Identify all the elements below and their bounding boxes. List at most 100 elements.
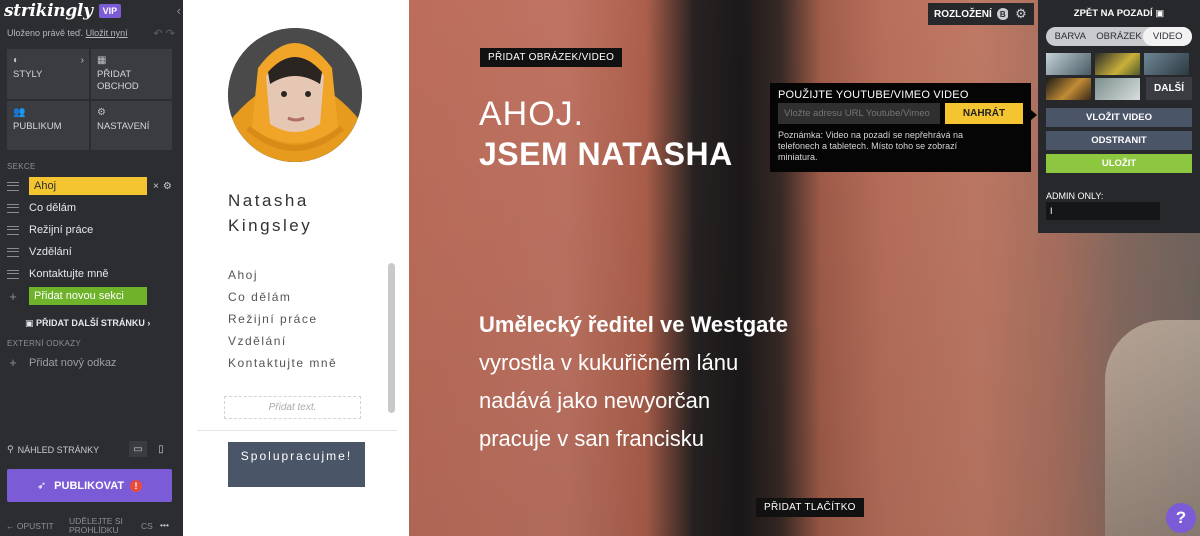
drag-handle-icon[interactable] bbox=[7, 269, 19, 279]
collapse-sidebar-icon[interactable]: ‹ bbox=[177, 3, 181, 18]
gear-icon[interactable]: ⚙ bbox=[163, 181, 172, 192]
mobile-icon[interactable]: ▯ bbox=[152, 441, 170, 457]
image-icon: ▣ bbox=[1155, 8, 1165, 19]
gear-icon: ⚙ bbox=[97, 107, 106, 118]
audience-label: PUBLIKUM bbox=[13, 121, 62, 132]
sections-label: SEKCE bbox=[7, 162, 36, 171]
search-icon: ⚲ bbox=[7, 444, 14, 454]
exit-button[interactable]: ← OPUSTIT bbox=[6, 521, 54, 531]
styles-tile[interactable]: ◐ STYLY › bbox=[7, 49, 89, 99]
vip-badge: VIP bbox=[98, 4, 122, 18]
upload-button[interactable]: NAHRÁT bbox=[945, 103, 1023, 124]
styles-label: STYLY bbox=[13, 69, 43, 80]
add-button-button[interactable]: PŘIDAT TLAČÍTKO bbox=[756, 498, 864, 517]
profile-photo bbox=[228, 28, 362, 162]
site-nav-link[interactable]: Vzdělání bbox=[228, 332, 337, 354]
more-options-icon[interactable]: ••• bbox=[160, 520, 169, 530]
add-section-row[interactable]: + Přidat novou sekci bbox=[7, 286, 177, 306]
admin-only-input[interactable]: I bbox=[1046, 202, 1160, 220]
section-item-rezijni-prace[interactable]: Režijní práce bbox=[7, 220, 177, 240]
plus-icon: + bbox=[9, 355, 17, 370]
more-videos-button[interactable]: DALŠÍ bbox=[1146, 77, 1192, 100]
close-icon[interactable]: × bbox=[153, 181, 159, 192]
add-link-button[interactable]: + Přidat nový odkaz bbox=[7, 355, 116, 370]
tour-link[interactable]: UDĚLEJTE SI PROHLÍDKU bbox=[69, 517, 129, 535]
strikingly-logo[interactable]: strikingly bbox=[4, 1, 93, 21]
store-icon: ▦ bbox=[97, 55, 107, 66]
site-nav-link[interactable]: Režijní práce bbox=[228, 310, 337, 332]
video-thumbnail[interactable] bbox=[1046, 78, 1091, 100]
section-item-ahoj[interactable]: Ahoj × ⚙ bbox=[7, 176, 177, 196]
add-text-placeholder[interactable]: Přidat text. bbox=[224, 396, 361, 419]
tab-color[interactable]: BARVA bbox=[1046, 27, 1095, 46]
tab-video[interactable]: VIDEO bbox=[1143, 27, 1193, 46]
section-label[interactable]: Vzdělání bbox=[29, 246, 72, 258]
drag-handle-icon[interactable] bbox=[7, 203, 19, 213]
undo-redo-icons[interactable]: ↶ ↷ bbox=[154, 27, 176, 40]
site-owner-name[interactable]: Natasha Kingsley bbox=[228, 188, 312, 238]
drag-handle-icon[interactable] bbox=[7, 247, 19, 257]
people-icon: 👥 bbox=[13, 107, 26, 118]
section-label[interactable]: Co dělám bbox=[29, 202, 76, 214]
back-to-background-button[interactable]: ZPĚT NA POZADÍ ▣ bbox=[1038, 8, 1200, 19]
video-url-input[interactable] bbox=[778, 103, 940, 124]
publish-button[interactable]: ➶ PUBLIKOVAT ! bbox=[7, 469, 172, 502]
warning-icon: ! bbox=[130, 479, 143, 492]
tab-image[interactable]: OBRÁZEK bbox=[1095, 27, 1144, 46]
editor-footer: ← OPUSTIT UDĚLEJTE SI PROHLÍDKU CS ••• bbox=[0, 515, 183, 536]
section-item-kontaktujte[interactable]: Kontaktujte mně bbox=[7, 264, 177, 284]
video-thumbnail[interactable] bbox=[1095, 78, 1140, 100]
help-button[interactable]: ? bbox=[1166, 503, 1196, 533]
insert-video-button[interactable]: VLOŽIT VIDEO bbox=[1046, 108, 1192, 127]
preview-row: ⚲ NÁHLED STRÁNKY ▭ ▯ bbox=[7, 441, 177, 457]
layout-label: ROZLOŽENÍ bbox=[934, 8, 992, 20]
audience-tile[interactable]: 👥 PUBLIKUM bbox=[7, 101, 89, 150]
add-store-tile[interactable]: ▦ PŘIDAT OBCHOD bbox=[91, 49, 172, 99]
site-nav-link[interactable]: Kontaktujte mně bbox=[228, 354, 337, 376]
collaborate-button[interactable]: Spolupracujme! bbox=[228, 442, 365, 487]
remove-button[interactable]: ODSTRANIT bbox=[1046, 131, 1192, 150]
site-nav-link[interactable]: Co dělám bbox=[228, 288, 337, 310]
exit-label: OPUSTIT bbox=[16, 521, 54, 531]
editor-root: strikingly VIP ‹ Uloženo právě teď. Ulož… bbox=[0, 0, 1200, 536]
settings-tile[interactable]: ⚙ NASTAVENÍ bbox=[91, 101, 172, 150]
hero-greeting[interactable]: AHOJ. bbox=[479, 94, 584, 134]
add-media-button[interactable]: PŘIDAT OBRÁZEK/VIDEO bbox=[480, 48, 623, 67]
save-button[interactable]: ULOŽIT bbox=[1046, 154, 1192, 173]
video-thumbnail[interactable] bbox=[1144, 53, 1189, 75]
hero-line: pracuje v san francisku bbox=[479, 426, 704, 451]
chevron-right-icon: › bbox=[147, 318, 151, 328]
add-store-label: PŘIDAT OBCHOD bbox=[97, 69, 139, 92]
scrollbar[interactable] bbox=[388, 263, 395, 413]
drag-handle-icon[interactable] bbox=[7, 225, 19, 235]
popover-arrow bbox=[1031, 110, 1037, 120]
palette-icon: ◐ bbox=[13, 55, 20, 66]
save-now-link[interactable]: Uložit nyní bbox=[86, 28, 128, 38]
layout-button[interactable]: ROZLOŽENÍ B bbox=[928, 3, 1015, 25]
section-label[interactable]: Režijní práce bbox=[29, 224, 93, 236]
admin-only-label: ADMIN ONLY: bbox=[1046, 191, 1104, 201]
section-label[interactable]: Ahoj bbox=[29, 177, 147, 195]
video-thumbnail[interactable] bbox=[1046, 53, 1091, 75]
language-select[interactable]: CS bbox=[141, 521, 153, 531]
section-item-co-delam[interactable]: Co dělám bbox=[7, 198, 177, 218]
back-label: ZPĚT NA POZADÍ bbox=[1073, 8, 1153, 19]
video-thumbnail[interactable] bbox=[1095, 53, 1140, 75]
background-tabs: BARVA OBRÁZEK VIDEO bbox=[1046, 27, 1193, 46]
logo-row: strikingly VIP bbox=[4, 0, 183, 22]
video-thumbnails: DALŠÍ bbox=[1046, 53, 1192, 100]
drag-handle-icon[interactable] bbox=[7, 181, 19, 191]
editor-tools-grid: ◐ STYLY › ▦ PŘIDAT OBCHOD 👥 PUBLIKUM ⚙ N… bbox=[7, 49, 172, 150]
desktop-icon[interactable]: ▭ bbox=[129, 441, 147, 457]
add-section-button[interactable]: Přidat novou sekci bbox=[29, 287, 147, 305]
section-settings-gear-icon[interactable]: ⚙ bbox=[1008, 3, 1034, 25]
hero-headline[interactable]: JSEM NATASHA bbox=[479, 136, 733, 173]
add-page-button[interactable]: ▣ PŘIDAT DALŠÍ STRÁNKU › bbox=[25, 318, 150, 329]
section-item-vzdelani[interactable]: Vzdělání bbox=[7, 242, 177, 262]
section-label[interactable]: Kontaktujte mně bbox=[29, 268, 109, 280]
site-nav-link[interactable]: Ahoj bbox=[228, 266, 337, 288]
layout-badge: B bbox=[996, 8, 1009, 20]
add-link-label: Přidat nový odkaz bbox=[29, 356, 117, 369]
avatar[interactable] bbox=[228, 28, 362, 162]
hero-text[interactable]: Umělecký ředitel ve Westgate vyrostla v … bbox=[479, 306, 788, 458]
